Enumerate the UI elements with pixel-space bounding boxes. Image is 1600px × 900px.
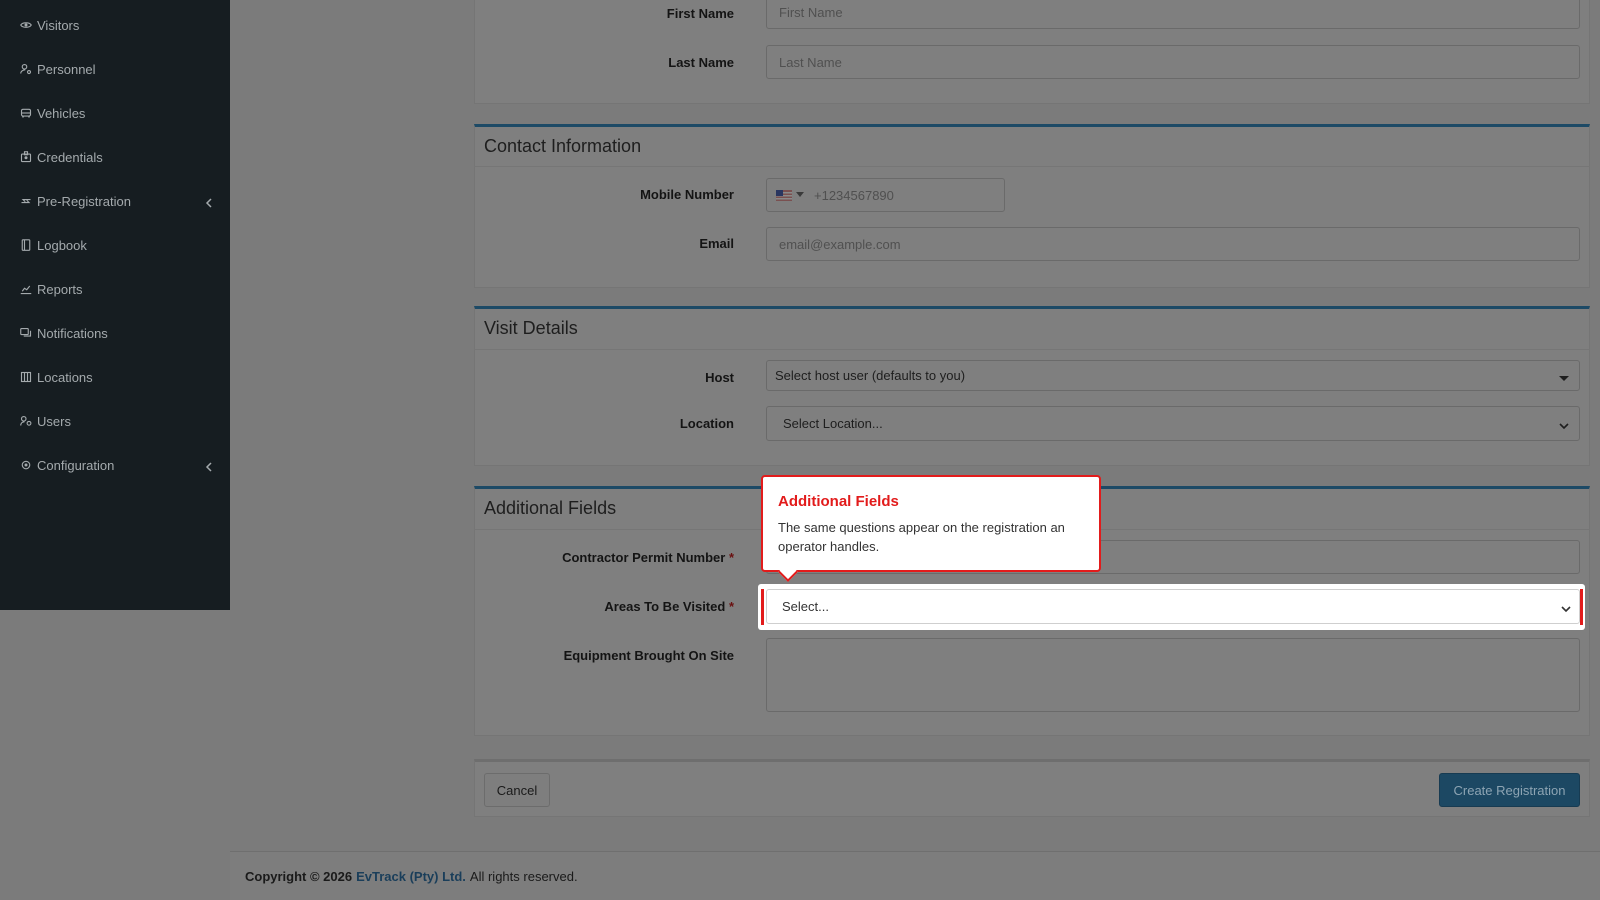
- visit-divider: [474, 349, 1590, 350]
- mobile-label: Mobile Number: [640, 187, 734, 202]
- email-label: Email: [699, 236, 734, 251]
- last-name-placeholder: Last Name: [779, 54, 842, 70]
- contact-card: [474, 124, 1590, 288]
- mobile-placeholder: +1234567890: [814, 187, 894, 203]
- sidebar-item-users[interactable]: Users: [0, 406, 230, 436]
- sidebar-item-label: Reports: [37, 281, 83, 297]
- sidebar-item-label: Vehicles: [37, 105, 86, 121]
- sidebar-item-label: Locations: [37, 369, 93, 385]
- highlight-right-bar: [1580, 589, 1583, 625]
- sidebar-item-pre-registration[interactable]: Pre-Registration: [0, 186, 230, 216]
- sidebar-item-vehicles[interactable]: Vehicles: [0, 98, 230, 128]
- sidebar-item-label: Personnel: [37, 61, 96, 77]
- sidebar-item-visitors[interactable]: Visitors: [0, 10, 230, 40]
- chevron-down-icon: [1559, 419, 1569, 429]
- email-field[interactable]: email@example.com: [766, 227, 1580, 261]
- areas-select[interactable]: Select...: [766, 589, 1580, 624]
- additional-card-title: Additional Fields: [484, 498, 617, 518]
- footer-rights: All rights reserved.: [469, 868, 578, 884]
- tour-tooltip: Additional Fields The same questions app…: [761, 475, 1101, 582]
- equipment-textarea[interactable]: [766, 638, 1580, 712]
- areas-select-highlight: Select...: [758, 584, 1585, 630]
- sidebar-item-label: Pre-Registration: [37, 193, 131, 209]
- sidebar-item-label: Credentials: [37, 149, 103, 165]
- first-name-label: First Name: [666, 6, 734, 21]
- sidebar-item-label: Configuration: [37, 457, 115, 473]
- required-marker: *: [728, 599, 734, 614]
- sidebar-item-reports[interactable]: Reports: [0, 274, 230, 304]
- sidebar-item-configuration[interactable]: Configuration: [0, 450, 230, 480]
- chat-icon: [19, 326, 33, 340]
- areas-label: Areas To Be Visited *: [474, 599, 734, 614]
- mobile-field[interactable]: +1234567890: [766, 178, 1005, 212]
- sidebar: Visitors Personnel Vehicles Credentials …: [0, 0, 230, 610]
- sidebar-spacer: [0, 610, 230, 900]
- first-name-field[interactable]: First Name: [766, 0, 1580, 29]
- gear-icon: [19, 458, 33, 472]
- permit-label: Contractor Permit Number *: [474, 550, 734, 565]
- location-select-value: Select Location...: [783, 416, 883, 431]
- create-registration-button[interactable]: Create Registration: [1439, 773, 1580, 807]
- host-label: Host: [705, 370, 734, 385]
- tooltip-title: Additional Fields: [778, 493, 899, 510]
- host-select[interactable]: Select host user (defaults to you): [766, 360, 1580, 391]
- flag-us-icon[interactable]: [776, 189, 804, 201]
- equipment-label: Equipment Brought On Site: [563, 648, 734, 663]
- footer: Copyright © 2026 EvTrack (Pty) Ltd. All …: [230, 851, 1600, 900]
- last-name-label: Last Name: [668, 55, 734, 70]
- contact-divider: [474, 166, 1590, 167]
- highlight-left-bar: [761, 589, 764, 625]
- permit-label-text: Contractor Permit Number: [562, 550, 726, 565]
- user-cog-icon: [19, 62, 33, 76]
- areas-label-text: Areas To Be Visited: [604, 599, 726, 614]
- actions-card: [474, 759, 1590, 817]
- chevron-left-icon: [205, 196, 213, 208]
- sidebar-item-label: Visitors: [37, 17, 80, 33]
- host-select-value: Select host user (defaults to you): [775, 368, 966, 383]
- sidebar-item-locations[interactable]: Locations: [0, 362, 230, 392]
- id-card-icon: [19, 150, 33, 164]
- sidebar-item-personnel[interactable]: Personnel: [0, 54, 230, 84]
- tooltip-body: The same questions appear on the registr…: [778, 520, 1065, 554]
- users-icon: [19, 414, 33, 428]
- book-icon: [19, 238, 33, 252]
- required-marker: *: [728, 550, 734, 565]
- sidebar-item-label: Logbook: [37, 237, 87, 253]
- cancel-button[interactable]: Cancel: [484, 773, 550, 807]
- chart-icon: [19, 282, 33, 296]
- sidebar-item-credentials[interactable]: Credentials: [0, 142, 230, 172]
- location-label: Location: [679, 416, 734, 431]
- footer-copyright: Copyright © 2026: [245, 868, 353, 884]
- last-name-field[interactable]: Last Name: [766, 45, 1580, 79]
- sidebar-item-label: Notifications: [37, 325, 108, 341]
- caret-down-icon: [1559, 371, 1569, 381]
- contact-card-title: Contact Information: [484, 136, 642, 156]
- eye-icon: [19, 18, 33, 32]
- car-icon: [19, 106, 33, 120]
- email-placeholder: email@example.com: [779, 236, 901, 252]
- chevron-left-icon: [205, 460, 213, 472]
- first-name-placeholder: First Name: [779, 4, 843, 20]
- building-icon: [19, 370, 33, 384]
- swap-icon: [19, 194, 33, 208]
- sidebar-item-notifications[interactable]: Notifications: [0, 318, 230, 348]
- footer-company-link[interactable]: EvTrack (Pty) Ltd.: [356, 869, 466, 884]
- location-select[interactable]: Select Location...: [766, 406, 1580, 441]
- sidebar-item-label: Users: [37, 413, 71, 429]
- sidebar-item-logbook[interactable]: Logbook: [0, 230, 230, 260]
- chevron-down-icon: [1561, 602, 1571, 613]
- visit-card-title: Visit Details: [484, 318, 578, 338]
- areas-select-value: Select...: [782, 599, 829, 614]
